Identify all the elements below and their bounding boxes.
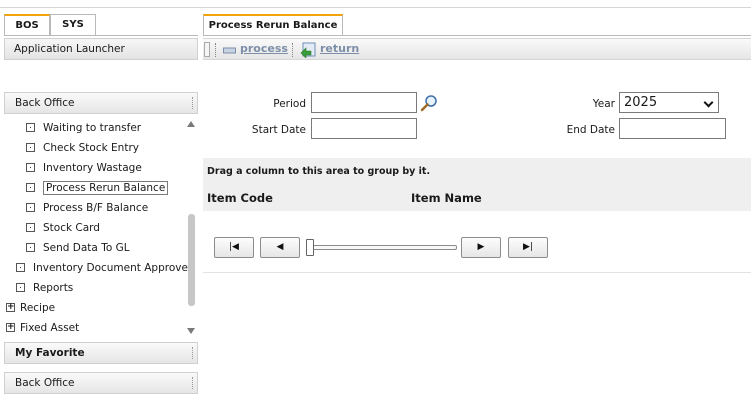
- tree-item-process-bf-balance[interactable]: Process B/F Balance: [26, 198, 148, 218]
- period-label: Period: [273, 98, 306, 110]
- return-link[interactable]: return: [320, 41, 359, 57]
- action-toolbar: process return: [203, 38, 751, 60]
- grid-pager: |◀ ◀ ▶ ▶|: [203, 211, 751, 273]
- start-date-label: Start Date: [251, 124, 306, 136]
- section-back-office-bottom[interactable]: Back Office: [4, 372, 198, 394]
- content-tab-strip-line: [343, 35, 751, 36]
- column-header-item-code[interactable]: Item Code: [207, 186, 273, 211]
- tree-item-label: Stock Card: [43, 222, 100, 234]
- last-page-button[interactable]: ▶|: [508, 237, 548, 258]
- section-my-favorite[interactable]: My Favorite: [4, 342, 198, 364]
- bullet-box-icon: [16, 262, 25, 272]
- tree-item-label: Recipe: [20, 302, 56, 314]
- bullet-box-icon: [26, 242, 35, 252]
- tab-bos[interactable]: BOS: [4, 14, 50, 36]
- period-input[interactable]: [311, 92, 417, 113]
- tree-item-label: Fixed Asset: [20, 322, 80, 334]
- scroll-down-arrow-icon[interactable]: [187, 328, 195, 334]
- previous-page-button[interactable]: ◀: [260, 237, 300, 258]
- tree-item-label: Inventory Document Approve: [33, 262, 188, 274]
- search-icon[interactable]: [420, 94, 438, 112]
- tree-item-label: Waiting to transfer: [43, 122, 142, 134]
- process-link[interactable]: process: [240, 41, 288, 57]
- tree-item-stock-card[interactable]: Stock Card: [26, 218, 100, 238]
- page-slider-track[interactable]: [311, 245, 457, 250]
- tree-item-label: Check Stock Entry: [43, 142, 139, 154]
- end-date-label: End Date: [566, 124, 615, 136]
- year-select-value: 2025: [624, 95, 658, 110]
- scrollbar-thumb[interactable]: [188, 214, 195, 306]
- toolbar-separator: [292, 43, 293, 57]
- section-grip-icon: [192, 377, 194, 389]
- next-page-button[interactable]: ▶: [461, 237, 501, 258]
- end-date-input[interactable]: [619, 118, 726, 139]
- year-select[interactable]: 2025: [619, 92, 719, 113]
- bullet-box-icon: [26, 182, 35, 192]
- chevron-down-icon: [703, 97, 714, 108]
- first-page-button[interactable]: |◀: [214, 237, 254, 258]
- application-launcher-bar[interactable]: Application Launcher: [4, 38, 198, 60]
- tree-item-check-stock-entry[interactable]: Check Stock Entry: [26, 138, 139, 158]
- group-by-hint: Drag a column to this area to group by i…: [207, 166, 431, 177]
- tree-scrollbar[interactable]: [186, 118, 198, 338]
- bullet-box-icon: [26, 202, 35, 212]
- return-icon[interactable]: [300, 42, 317, 58]
- tree-item-fixed-asset[interactable]: + Fixed Asset: [6, 318, 79, 338]
- section-back-office-label: Back Office: [15, 97, 75, 109]
- page-slider-handle[interactable]: [306, 239, 314, 256]
- process-icon[interactable]: [223, 45, 237, 55]
- tree-item-label: Reports: [33, 282, 74, 294]
- top-divider: [0, 7, 751, 8]
- tree-item-label: Inventory Wastage: [43, 162, 142, 174]
- tree-item-send-data-to-gl[interactable]: Send Data To GL: [26, 238, 130, 258]
- scroll-up-arrow-icon[interactable]: [187, 121, 195, 127]
- tree-item-waiting-to-transfer[interactable]: Waiting to transfer: [26, 118, 141, 138]
- section-my-favorite-label: My Favorite: [15, 347, 85, 359]
- column-header-item-name[interactable]: Item Name: [411, 186, 482, 211]
- toolbar-handle-icon[interactable]: [204, 42, 210, 57]
- bullet-box-icon: [26, 142, 35, 152]
- tree-item-recipe[interactable]: + Recipe: [6, 298, 55, 318]
- group-by-area[interactable]: Drag a column to this area to group by i…: [203, 158, 751, 186]
- section-grip-icon: [192, 97, 194, 109]
- tree-item-inventory-wastage[interactable]: Inventory Wastage: [26, 158, 142, 178]
- tab-strip-line: [4, 35, 198, 36]
- expand-plus-icon[interactable]: +: [6, 302, 15, 312]
- year-label: Year: [592, 98, 615, 110]
- section-back-office-bottom-label: Back Office: [15, 377, 75, 389]
- section-grip-icon: [192, 347, 194, 359]
- tree-item-label-selected: Process Rerun Balance: [43, 181, 169, 195]
- tree-item-inventory-document-approve[interactable]: Inventory Document Approve: [16, 258, 188, 278]
- tab-process-rerun-balance[interactable]: Process Rerun Balance: [203, 14, 343, 36]
- expand-plus-icon[interactable]: +: [6, 322, 15, 332]
- tree-item-process-rerun-balance[interactable]: Process Rerun Balance: [26, 178, 169, 198]
- application-launcher-label: Application Launcher: [14, 43, 125, 55]
- bullet-box-icon: [16, 282, 25, 292]
- tree-item-label: Send Data To GL: [43, 242, 130, 254]
- tree-item-label: Process B/F Balance: [43, 202, 149, 214]
- section-back-office[interactable]: Back Office: [4, 92, 198, 114]
- bullet-box-icon: [26, 162, 35, 172]
- toolbar-separator: [215, 43, 216, 57]
- grid-header-row: Item Code Item Name: [203, 186, 751, 211]
- bullet-box-icon: [26, 122, 35, 132]
- tree-item-reports[interactable]: Reports: [16, 278, 73, 298]
- start-date-input[interactable]: [311, 118, 417, 139]
- navigation-tree: Waiting to transfer Check Stock Entry In…: [4, 116, 198, 338]
- bullet-box-icon: [26, 222, 35, 232]
- tab-sys[interactable]: SYS: [50, 14, 96, 36]
